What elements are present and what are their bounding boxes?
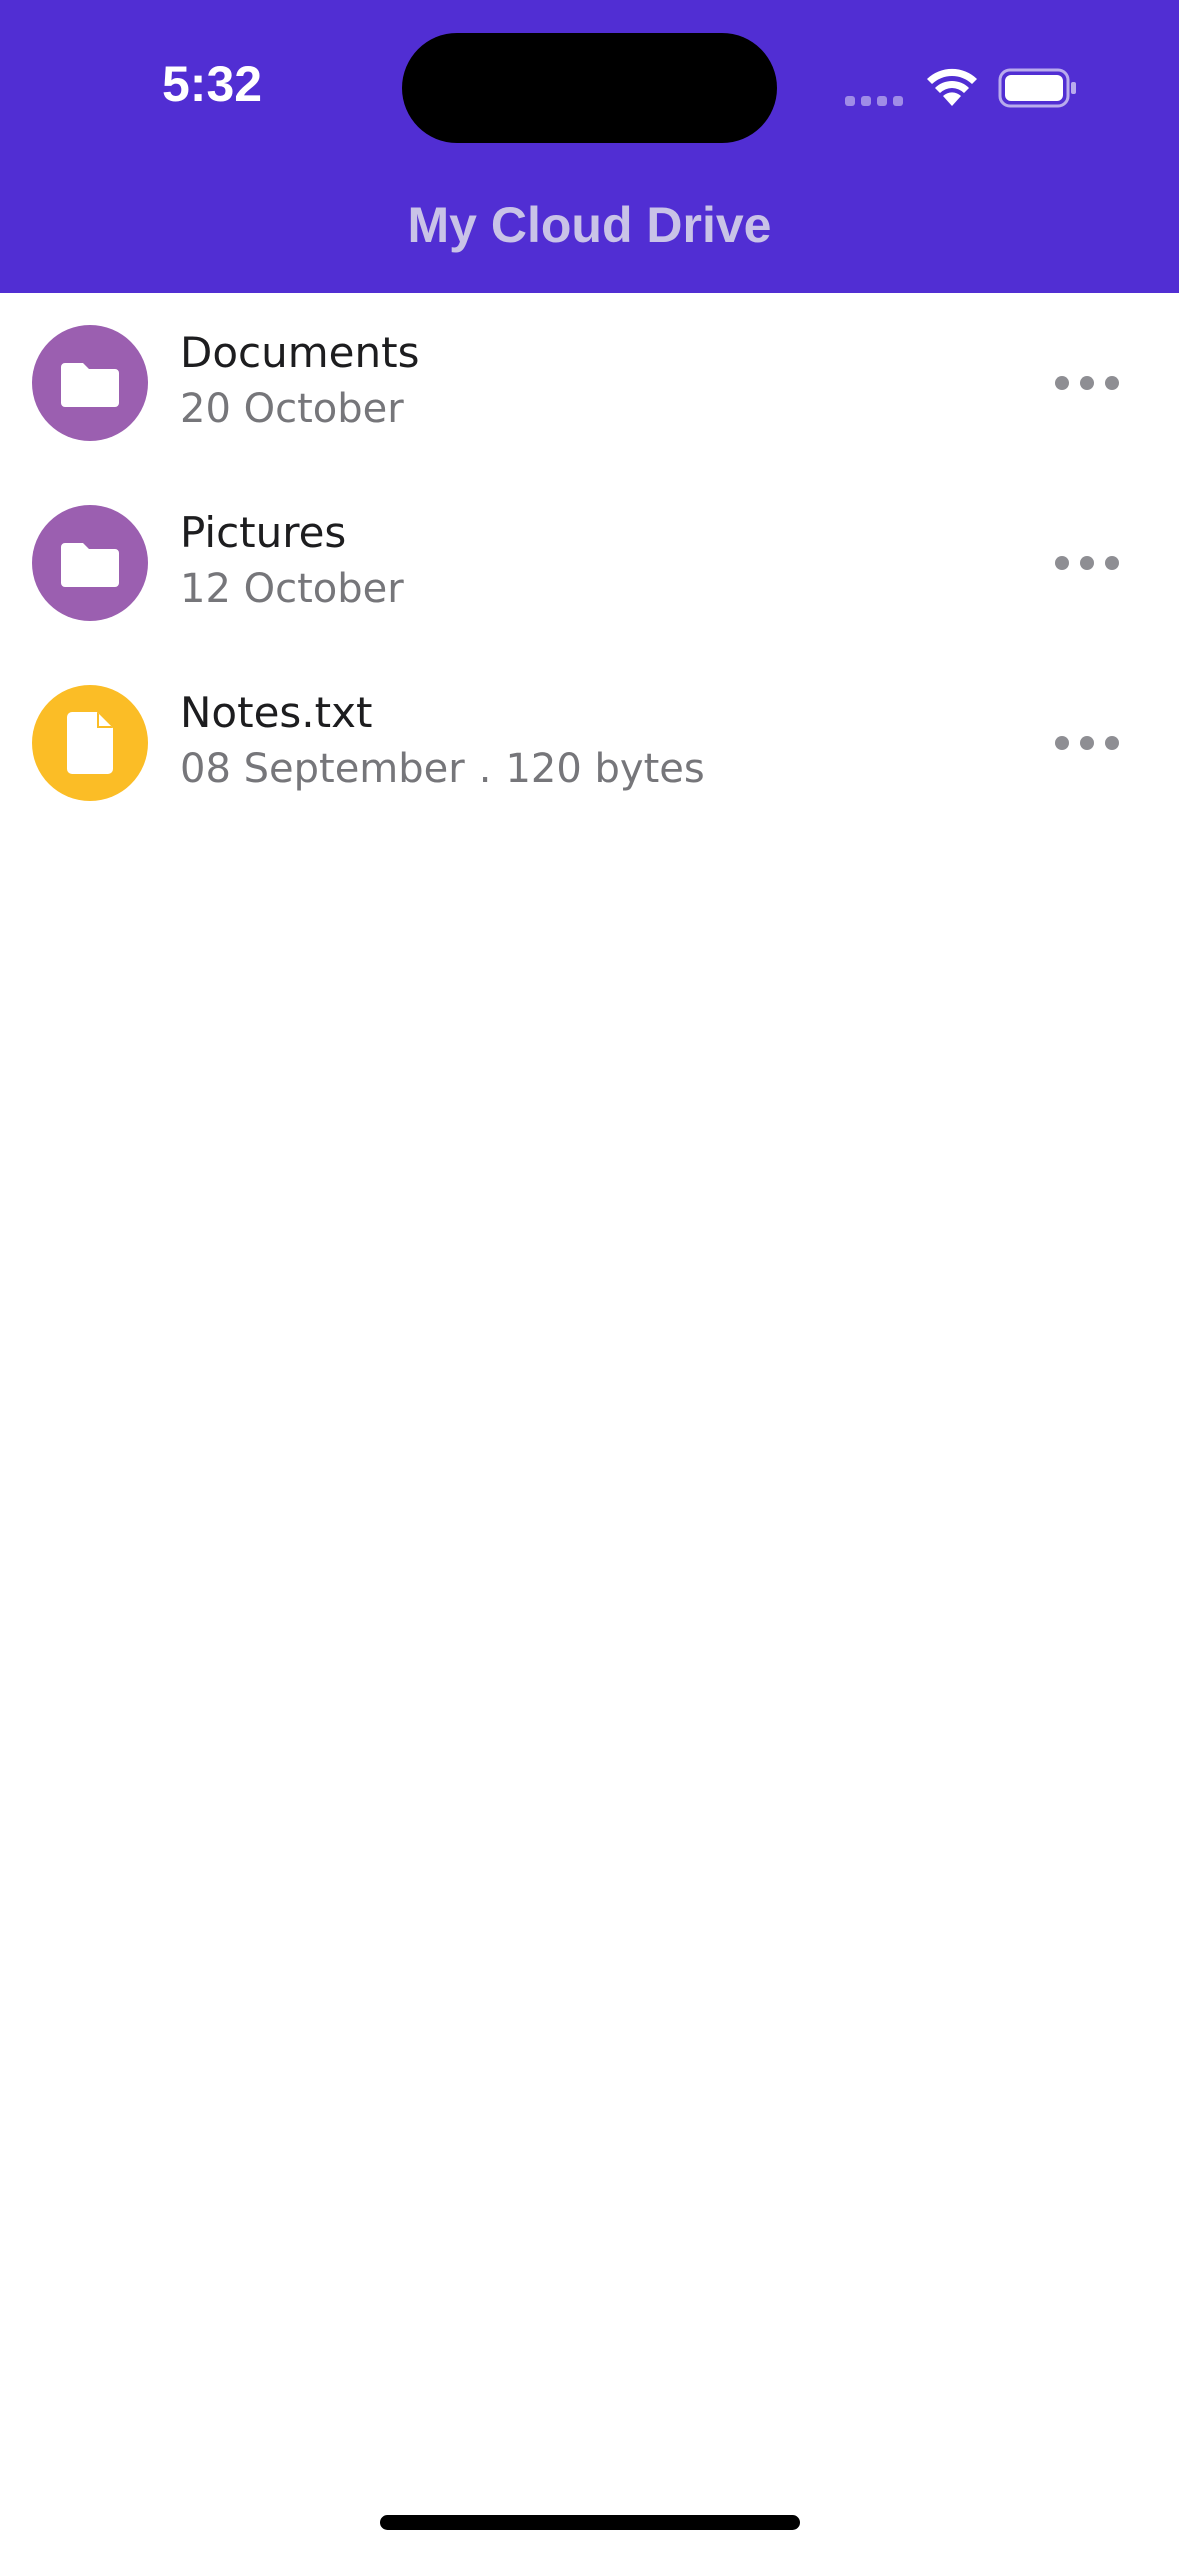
item-meta: 08 September. 120 bytes [180, 746, 705, 792]
item-meta: 12 October [180, 566, 404, 612]
more-options-icon[interactable] [1055, 549, 1119, 577]
page-title: My Cloud Drive [407, 197, 772, 253]
more-options-icon[interactable] [1055, 729, 1119, 757]
list-item-notes[interactable]: Notes.txt 08 September. 120 bytes [0, 653, 1179, 833]
list-item-pictures[interactable]: Pictures 12 October [0, 473, 1179, 653]
item-meta: 20 October [180, 386, 404, 432]
folder-icon [32, 325, 148, 441]
item-name: Pictures [180, 508, 347, 557]
item-name: Documents [180, 328, 420, 377]
dynamic-island [402, 33, 777, 143]
folder-icon [32, 505, 148, 621]
file-icon [32, 685, 148, 801]
item-date: 20 October [180, 386, 404, 432]
item-name: Notes.txt [180, 688, 373, 737]
item-size: 120 bytes [505, 746, 705, 792]
list-item-documents[interactable]: Documents 20 October [0, 293, 1179, 473]
cellular-signal-icon [845, 96, 903, 106]
app-header: 5:32 My Cloud Drive [0, 0, 1179, 293]
meta-separator: . [478, 746, 492, 792]
item-date: 12 October [180, 566, 404, 612]
battery-icon [998, 68, 1076, 108]
status-time: 5:32 [162, 56, 263, 112]
wifi-icon [927, 68, 977, 106]
item-date: 08 September [180, 746, 465, 792]
home-indicator[interactable] [380, 2515, 800, 2530]
file-list: Documents 20 October Pictures 12 October [0, 293, 1179, 833]
more-options-icon[interactable] [1055, 369, 1119, 397]
